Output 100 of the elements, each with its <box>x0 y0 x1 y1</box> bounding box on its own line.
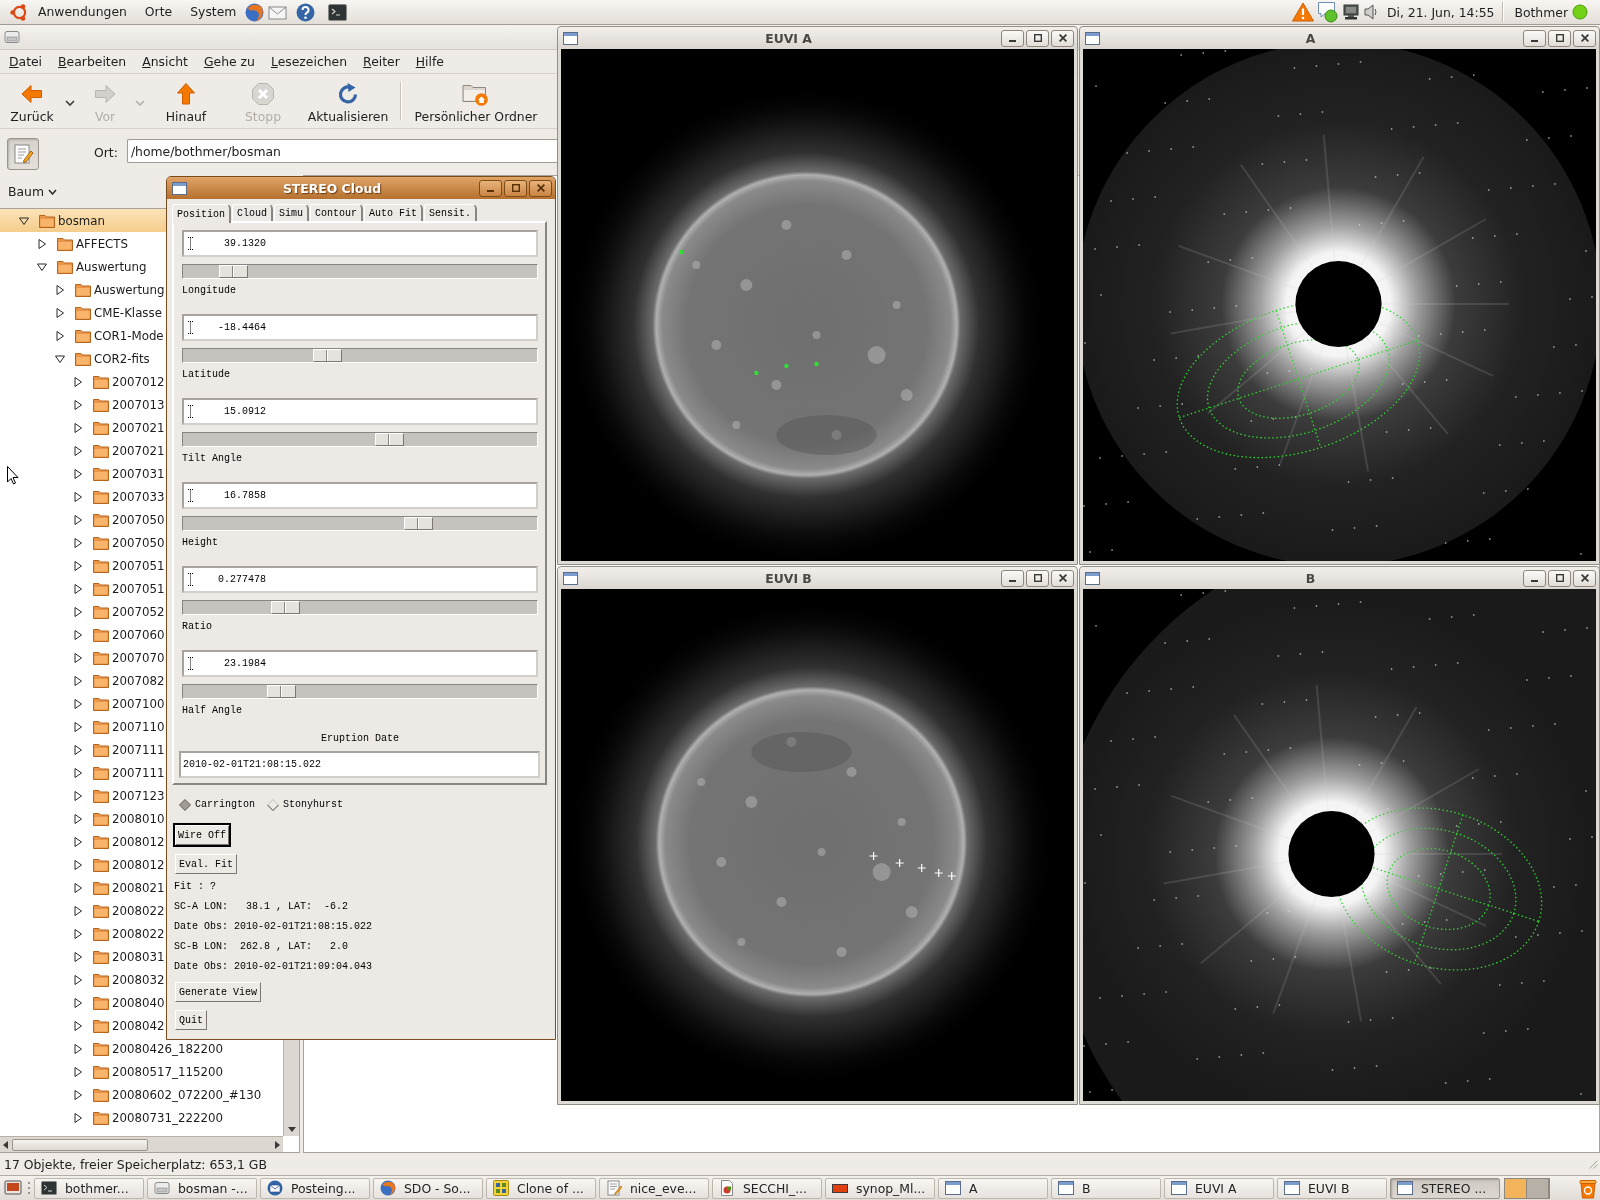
maximize-button[interactable] <box>1026 29 1049 47</box>
expander-icon[interactable] <box>73 974 83 985</box>
globe-icon[interactable] <box>245 2 265 22</box>
warning-icon[interactable] <box>1291 2 1314 22</box>
location-field[interactable]: /home/bothmer/bosman <box>126 139 557 163</box>
menu-item[interactable]: Datei <box>1 54 51 69</box>
taskbar-button[interactable]: A <box>938 1177 1048 1199</box>
close-button[interactable] <box>529 179 552 197</box>
panel-menu[interactable]: Orte <box>135 1 182 23</box>
logo-icon[interactable] <box>10 2 29 22</box>
minimize-button[interactable] <box>1001 29 1024 47</box>
expander-icon[interactable] <box>55 330 65 341</box>
maximize-button[interactable] <box>504 179 527 197</box>
expander-icon[interactable] <box>73 767 83 778</box>
tab[interactable]: Contour <box>310 204 364 221</box>
slider-thumb[interactable] <box>374 433 404 446</box>
dropdown-button[interactable] <box>64 98 76 108</box>
tab[interactable]: Simu <box>274 204 310 221</box>
number-field[interactable]: -18.4464 <box>182 314 538 341</box>
taskbar-button[interactable]: bosman -... <box>147 1177 257 1199</box>
show-desktop-icon[interactable] <box>4 1179 22 1197</box>
maximize-button[interactable] <box>1548 29 1571 47</box>
tab[interactable]: Auto Fit <box>364 204 424 221</box>
tree-item[interactable]: Auswertung <box>0 255 283 278</box>
radio-button[interactable]: Carrington <box>179 798 255 812</box>
window-menu-icon[interactable] <box>563 31 578 45</box>
expander-icon[interactable] <box>73 583 83 594</box>
drive-icon[interactable] <box>4 29 20 45</box>
expander-icon[interactable] <box>73 721 83 732</box>
menu-item[interactable]: Reiter <box>355 54 408 69</box>
taskbar-button[interactable]: B <box>1051 1177 1161 1199</box>
slider-thumb[interactable] <box>218 265 248 278</box>
scrollbar-thumb[interactable] <box>12 1138 148 1151</box>
expander-icon[interactable] <box>73 514 83 525</box>
slider-thumb[interactable] <box>270 601 300 614</box>
expander-icon[interactable] <box>73 997 83 1008</box>
taskbar-button[interactable]: STEREO ... <box>1390 1177 1500 1199</box>
window-menu-icon[interactable] <box>1085 571 1100 585</box>
view-selector[interactable]: Baum <box>4 182 62 201</box>
slider-track[interactable] <box>182 432 538 447</box>
expander-icon[interactable] <box>73 491 83 502</box>
expander-icon[interactable] <box>73 905 83 916</box>
radio-button[interactable]: Stonyhurst <box>267 798 344 812</box>
expander-icon[interactable] <box>73 468 83 479</box>
expander-icon[interactable] <box>73 1089 83 1100</box>
close-button[interactable] <box>1051 569 1074 587</box>
number-field[interactable]: 39.1320 <box>182 230 538 257</box>
expander-icon[interactable] <box>73 675 83 686</box>
slider-track[interactable] <box>182 348 538 363</box>
expander-icon[interactable] <box>73 836 83 847</box>
close-button[interactable] <box>1573 569 1596 587</box>
expander-icon[interactable] <box>73 376 83 387</box>
close-button[interactable] <box>1051 29 1074 47</box>
number-field[interactable]: 15.0912 <box>182 398 538 425</box>
expander-icon[interactable] <box>55 307 65 318</box>
taskbar-button[interactable]: Clone of ... <box>486 1177 596 1199</box>
expander-icon[interactable] <box>73 1043 83 1054</box>
panel-menu[interactable]: Anwendungen <box>29 1 136 23</box>
slider-thumb[interactable] <box>267 685 297 698</box>
slider-track[interactable] <box>182 684 538 699</box>
number-field[interactable]: 0.277478 <box>182 566 538 593</box>
expander-icon[interactable] <box>73 422 83 433</box>
menu-item[interactable]: Bearbeiten <box>50 54 135 69</box>
dialog-button[interactable]: Quit <box>175 1010 207 1030</box>
minimize-button[interactable] <box>1523 569 1546 587</box>
expander-icon[interactable] <box>73 1066 83 1077</box>
window-menu-icon[interactable] <box>1085 31 1100 45</box>
edit-location-button[interactable] <box>7 138 39 170</box>
tree-item[interactable]: 2007050 <box>0 508 283 531</box>
minimize-button[interactable] <box>479 179 502 197</box>
expander-icon[interactable] <box>55 353 65 364</box>
expander-icon[interactable] <box>73 606 83 617</box>
expander-icon[interactable] <box>73 951 83 962</box>
speaker-icon[interactable] <box>1363 4 1378 20</box>
expander-icon[interactable] <box>73 928 83 939</box>
expander-icon[interactable] <box>73 813 83 824</box>
slider-thumb[interactable] <box>313 349 342 362</box>
expander-icon[interactable] <box>73 698 83 709</box>
taskbar-button[interactable]: Posteing... <box>260 1177 370 1199</box>
tree-item[interactable]: COR2-fits <box>0 347 283 370</box>
minimize-button[interactable] <box>1523 29 1546 47</box>
tab[interactable]: Sensit. <box>424 204 478 221</box>
dialog-button[interactable]: Generate View <box>175 982 261 1002</box>
expander-icon[interactable] <box>37 238 47 249</box>
tree-item[interactable]: 20080426_182200 <box>0 1037 283 1060</box>
toolbar-button[interactable]: Hinauf <box>163 81 209 125</box>
expander-icon[interactable] <box>73 1112 83 1123</box>
tree-item[interactable]: 20080602_072200_#130 <box>0 1083 283 1106</box>
window-menu-icon[interactable] <box>172 181 187 195</box>
computer-icon[interactable] <box>1342 3 1359 21</box>
menu-item[interactable]: Hilfe <box>407 54 452 69</box>
minimize-button[interactable] <box>1001 569 1024 587</box>
menu-item[interactable]: Lesezeichen <box>262 54 356 69</box>
tree-item[interactable]: 20080517_115200 <box>0 1060 283 1083</box>
expander-icon[interactable] <box>19 215 29 226</box>
tab[interactable]: Position <box>172 204 231 223</box>
number-field[interactable]: 23.1984 <box>182 650 538 677</box>
expander-icon[interactable] <box>73 560 83 571</box>
expander-icon[interactable] <box>73 537 83 548</box>
help-icon[interactable] <box>296 2 316 22</box>
